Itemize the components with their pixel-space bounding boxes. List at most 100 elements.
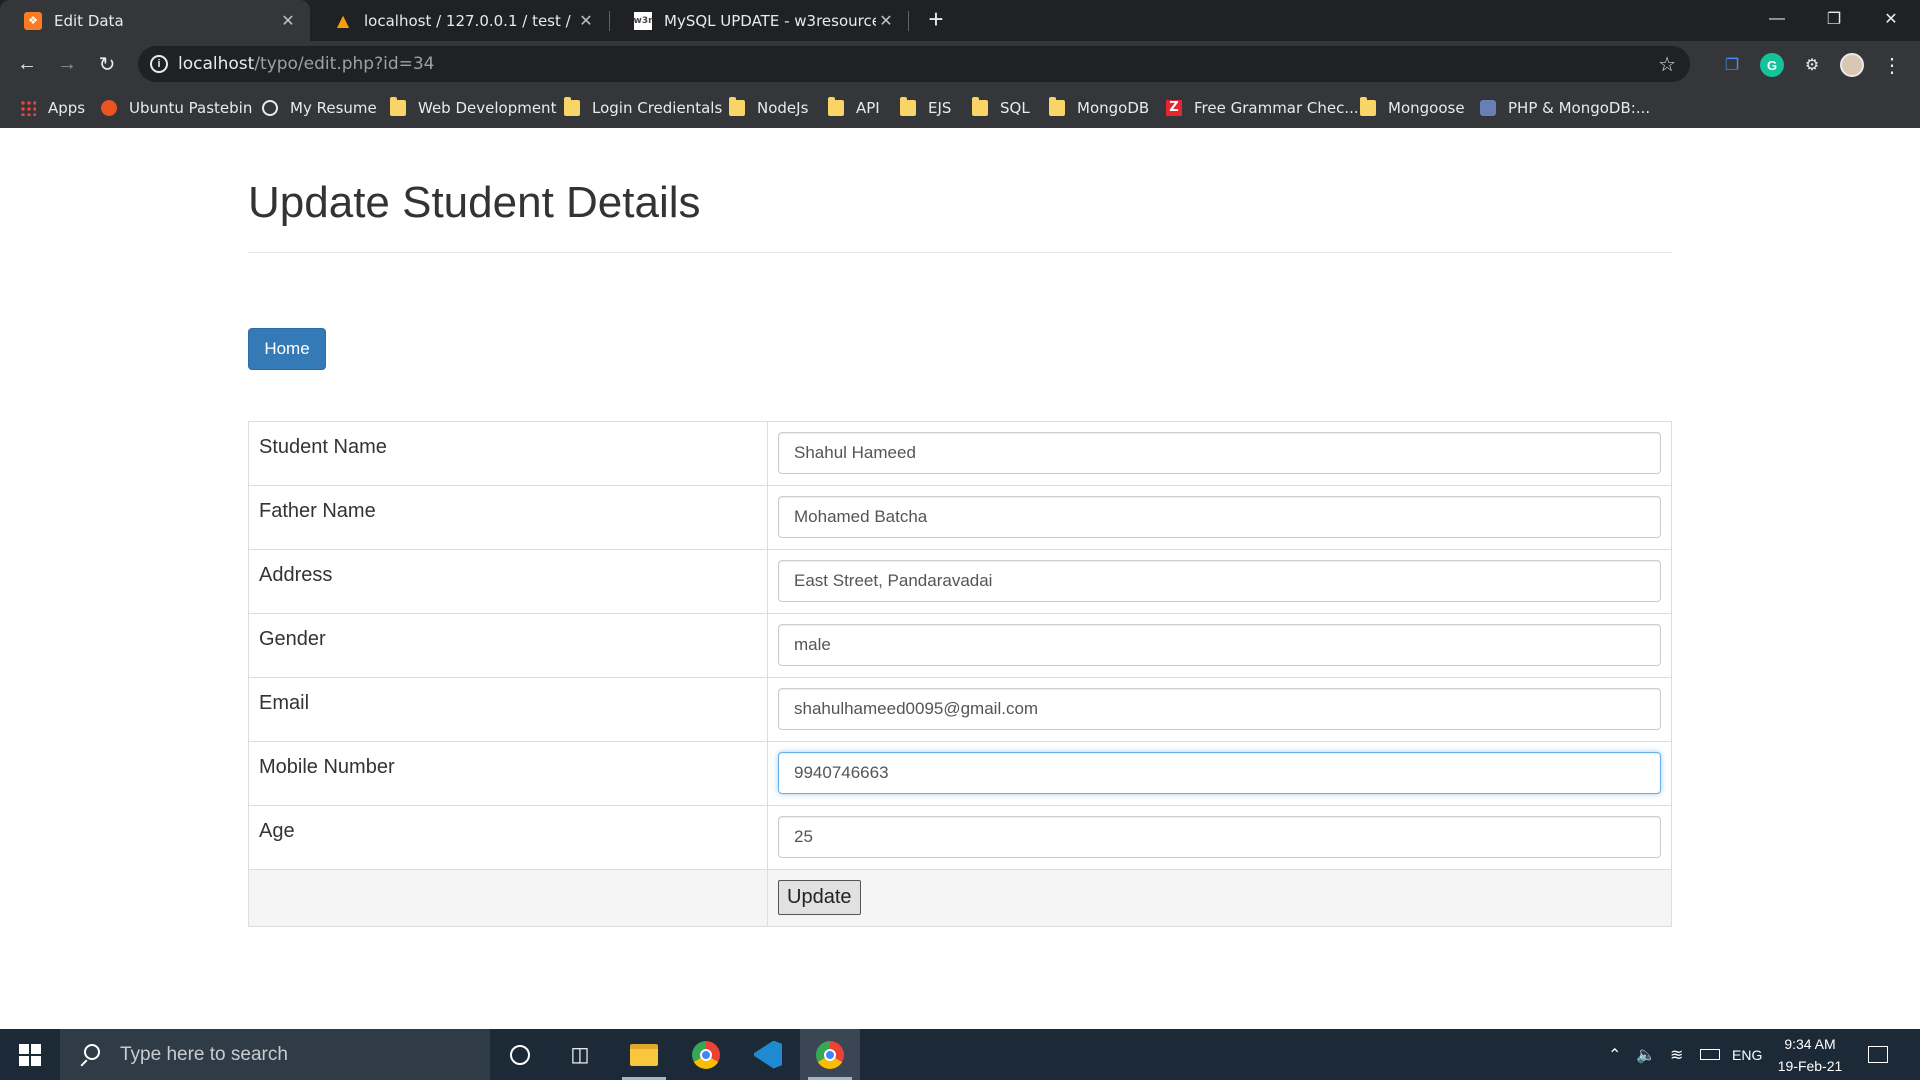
student-form-table: Student Name Father Name Address Gender … — [248, 421, 1672, 927]
globe-icon — [262, 100, 278, 116]
folder-icon — [390, 97, 406, 116]
bookmark-label: NodeJs — [757, 99, 809, 117]
bookmark-sql[interactable]: SQL — [972, 97, 1030, 118]
bookmark-ejs[interactable]: EJS — [900, 97, 952, 118]
form-cell — [767, 805, 1672, 870]
bookmark-apps[interactable]: Apps — [20, 98, 85, 118]
xampp-icon: ❖ — [24, 11, 42, 30]
address-label: Address — [248, 549, 768, 614]
bookmark-mongodb[interactable]: MongoDB — [1049, 97, 1150, 118]
form-row: Student Name — [248, 421, 1672, 486]
windows-logo-icon — [19, 1043, 41, 1066]
close-window-button[interactable]: ✕ — [1863, 0, 1919, 38]
task-view-icon[interactable]: ◫ — [550, 1029, 610, 1080]
close-tab-icon[interactable]: ✕ — [278, 11, 298, 30]
grammarly-icon[interactable]: G — [1760, 53, 1784, 77]
notifications-icon[interactable] — [1868, 1029, 1888, 1080]
cortana-icon[interactable] — [490, 1029, 550, 1080]
student-name-input[interactable] — [778, 432, 1661, 474]
form-actions-row: Update — [248, 869, 1672, 927]
father-name-label: Father Name — [248, 485, 768, 550]
bookmark-my-resume[interactable]: My Resume — [262, 98, 377, 118]
bookmark-label: MongoDB — [1077, 99, 1150, 117]
minimize-button[interactable]: — — [1749, 0, 1805, 38]
mobile-number-input[interactable] — [778, 752, 1661, 794]
start-button[interactable] — [0, 1029, 60, 1080]
folder-icon — [972, 97, 988, 116]
gender-input[interactable] — [778, 624, 1661, 666]
email-input[interactable] — [778, 688, 1661, 730]
tab-edit-data[interactable]: ❖ Edit Data ✕ — [0, 0, 310, 41]
wifi-icon[interactable]: ≋ — [1670, 1029, 1683, 1080]
close-tab-icon[interactable]: ✕ — [576, 11, 596, 30]
bookmark-free-grammar-checker[interactable]: Z Free Grammar Chec... — [1166, 98, 1359, 118]
bookmark-label: My Resume — [290, 99, 377, 117]
bookmark-login-credientals[interactable]: Login Credientals — [564, 97, 723, 118]
forward-button[interactable]: → — [51, 49, 83, 79]
update-button[interactable]: Update — [778, 880, 861, 915]
bookmark-mongoose[interactable]: Mongoose — [1360, 97, 1465, 118]
browser-toolbar: ← → ↻ i localhost/typo/edit.php?id=34 ☆ … — [0, 41, 1920, 87]
search-icon — [78, 1043, 100, 1066]
menu-kebab-icon[interactable]: ⋮ — [1880, 53, 1904, 77]
reload-button[interactable]: ↻ — [91, 49, 123, 79]
father-name-input[interactable] — [778, 496, 1661, 538]
clock-time: 9:34 AM — [1784, 1036, 1836, 1052]
url-host: localhost — [178, 54, 255, 74]
form-cell — [767, 485, 1672, 550]
folder-icon — [1049, 97, 1065, 116]
form-row: Father Name — [248, 485, 1672, 550]
battery-icon[interactable] — [1700, 1029, 1720, 1080]
bookmark-php-mongodb[interactable]: PHP & MongoDB:... — [1480, 98, 1650, 118]
bookmark-label: PHP & MongoDB:... — [1508, 99, 1651, 117]
grammar-z-icon: Z — [1166, 100, 1182, 116]
tab-phpmyadmin[interactable]: ▲ localhost / 127.0.0.1 / test / users ✕ — [310, 0, 608, 41]
bookmark-nodejs[interactable]: NodeJs — [729, 97, 809, 118]
bookmark-label: API — [856, 99, 880, 117]
tab-title: MySQL UPDATE - w3resource — [664, 11, 876, 30]
extension-copy-icon[interactable]: ❐ — [1720, 53, 1744, 77]
vscode-icon[interactable] — [738, 1029, 798, 1080]
bookmark-star-icon[interactable]: ☆ — [1658, 52, 1676, 77]
tab-w3resource[interactable]: w3r MySQL UPDATE - w3resource ✕ — [610, 0, 908, 41]
volume-icon[interactable]: 🔈 — [1636, 1029, 1656, 1080]
file-explorer-icon[interactable] — [614, 1029, 674, 1080]
form-cell — [767, 741, 1672, 806]
address-bar[interactable]: i localhost/typo/edit.php?id=34 ☆ — [138, 46, 1690, 82]
close-tab-icon[interactable]: ✕ — [876, 11, 896, 30]
search-placeholder: Type here to search — [120, 1043, 288, 1065]
extensions-puzzle-icon[interactable]: ⚙ — [1800, 53, 1824, 77]
address-input[interactable] — [778, 560, 1661, 602]
folder-icon — [900, 97, 916, 116]
browser-tab-strip: ❖ Edit Data ✕ ▲ localhost / 127.0.0.1 / … — [0, 0, 1920, 41]
mobile-number-label: Mobile Number — [248, 741, 768, 806]
profile-avatar[interactable] — [1840, 53, 1864, 77]
ubuntu-icon — [101, 100, 117, 116]
bookmark-ubuntu-pastebin[interactable]: Ubuntu Pastebin — [101, 98, 252, 118]
clock[interactable]: 9:34 AM 19-Feb-21 — [1772, 1033, 1848, 1077]
bookmark-web-development[interactable]: Web Development — [390, 97, 557, 118]
bookmarks-bar: Apps Ubuntu Pastebin My Resume Web Devel… — [0, 87, 1920, 128]
tray-chevron-icon[interactable]: ⌃ — [1608, 1029, 1621, 1080]
new-tab-button[interactable]: + — [922, 6, 950, 34]
bookmark-label: Free Grammar Chec... — [1194, 99, 1359, 117]
bookmark-label: EJS — [928, 99, 952, 117]
taskbar-search-box[interactable]: Type here to search — [60, 1029, 490, 1080]
bookmark-api[interactable]: API — [828, 97, 880, 118]
folder-icon — [564, 97, 580, 116]
restore-button[interactable]: ❐ — [1806, 0, 1862, 38]
bookmark-label: Web Development — [418, 99, 557, 117]
language-indicator[interactable]: ENG — [1732, 1029, 1762, 1080]
back-button[interactable]: ← — [11, 49, 43, 79]
bookmark-label: Login Credientals — [592, 99, 723, 117]
url-text[interactable]: localhost/typo/edit.php?id=34 — [178, 54, 435, 74]
chrome-profile-icon[interactable] — [800, 1029, 860, 1080]
site-info-icon[interactable]: i — [150, 55, 168, 73]
gender-label: Gender — [248, 613, 768, 678]
windows-taskbar: Type here to search ◫ ⌃ 🔈 ≋ ENG 9:34 AM … — [0, 1029, 1920, 1080]
chrome-icon[interactable] — [676, 1029, 736, 1080]
home-button[interactable]: Home — [248, 328, 326, 370]
clock-date: 19-Feb-21 — [1777, 1058, 1843, 1074]
age-input[interactable] — [778, 816, 1661, 858]
form-row: Mobile Number — [248, 741, 1672, 806]
